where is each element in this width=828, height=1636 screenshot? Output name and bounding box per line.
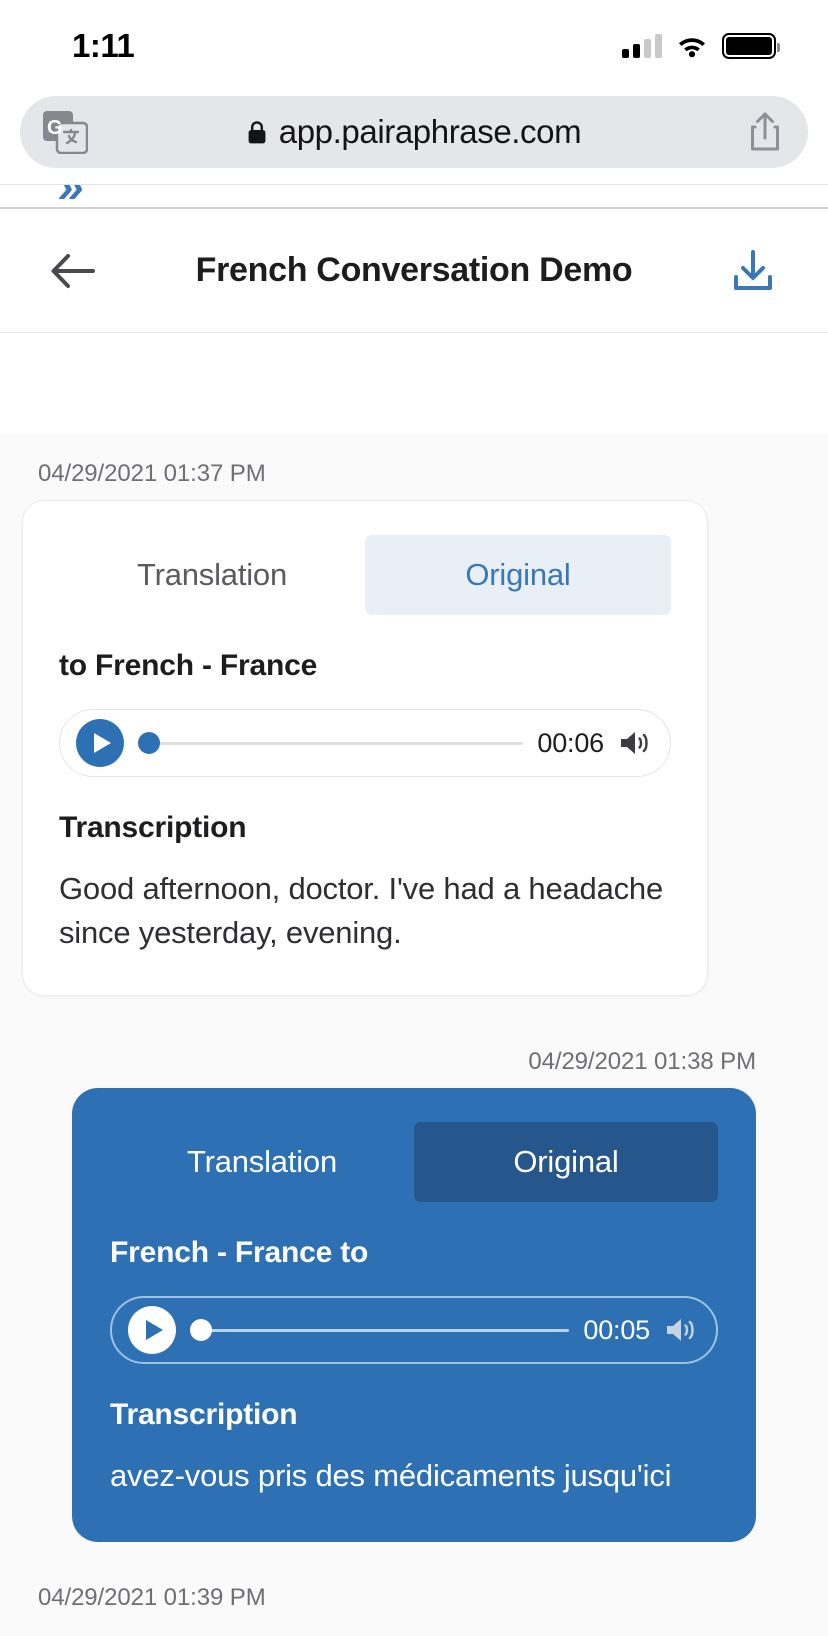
audio-progress-slider[interactable]	[190, 1306, 570, 1354]
play-button[interactable]	[76, 719, 124, 767]
page-top-sliver: »	[0, 184, 828, 207]
battery-full-icon	[722, 33, 780, 59]
conversation-list[interactable]: 04/29/2021 01:37 PM Translation Original…	[0, 434, 828, 1636]
header-spacer	[0, 334, 828, 434]
download-icon	[734, 249, 772, 290]
volume-icon[interactable]	[664, 1315, 698, 1345]
phone-screen: 1:11 G app.pairaphrase.com French Conver…	[0, 0, 828, 1636]
audio-duration: 00:05	[583, 1314, 650, 1345]
tab-bar: Translation Original	[110, 1122, 718, 1203]
tab-original[interactable]: Original	[414, 1122, 718, 1203]
share-icon[interactable]	[748, 111, 782, 153]
lock-icon	[248, 120, 266, 143]
app-header: French Conversation Demo	[0, 209, 828, 333]
browser-toolbar: G app.pairaphrase.com	[0, 96, 828, 184]
message-item: 04/29/2021 01:38 PM Translation Original…	[0, 1022, 828, 1543]
progress-knob[interactable]	[190, 1319, 212, 1342]
play-icon	[146, 1320, 163, 1341]
progress-knob[interactable]	[138, 732, 160, 754]
url-display[interactable]: app.pairaphrase.com	[247, 113, 582, 151]
tab-bar: Translation Original	[59, 535, 671, 615]
message-timestamp: 04/29/2021 01:38 PM	[528, 1048, 756, 1076]
tab-original[interactable]: Original	[365, 535, 671, 615]
language-pair-label: to French - France	[59, 649, 318, 682]
cellular-signal-icon	[622, 34, 662, 58]
page-title: French Conversation Demo	[195, 251, 633, 289]
address-bar[interactable]: G app.pairaphrase.com	[20, 96, 808, 168]
message-card-translation[interactable]: Translation Original to French - France …	[22, 500, 708, 997]
url-text: app.pairaphrase.com	[278, 113, 582, 150]
audio-progress-slider[interactable]	[138, 719, 524, 767]
status-bar-indicators	[622, 33, 780, 59]
wifi-icon	[679, 38, 705, 58]
transcription-text: Good afternoon, doctor. I've had a heada…	[59, 871, 663, 951]
audio-player[interactable]: 00:05	[110, 1296, 718, 1365]
tab-translation[interactable]: Translation	[59, 535, 365, 615]
audio-duration: 00:06	[537, 727, 604, 758]
play-button[interactable]	[128, 1306, 176, 1355]
transcription-label: Transcription	[110, 1398, 298, 1432]
transcription-label: Transcription	[59, 811, 247, 844]
progress-track	[152, 741, 524, 745]
download-button[interactable]	[718, 236, 788, 306]
trailing-timestamp: 04/29/2021 01:39 PM	[38, 1584, 266, 1612]
play-icon	[94, 733, 111, 753]
site-logo: »	[58, 185, 84, 207]
status-bar: 1:11	[0, 0, 828, 92]
message-item: 04/29/2021 01:37 PM Translation Original…	[0, 434, 828, 997]
language-pair-label: French - France to	[110, 1236, 369, 1270]
progress-track	[204, 1328, 570, 1332]
tab-translation[interactable]: Translation	[110, 1122, 414, 1202]
google-translate-icon[interactable]: G	[42, 110, 88, 154]
back-arrow-icon	[51, 253, 95, 288]
volume-icon[interactable]	[618, 728, 652, 758]
audio-player[interactable]: 00:06	[59, 709, 671, 777]
svg-text:G: G	[47, 117, 63, 139]
back-button[interactable]	[36, 234, 110, 308]
transcription-text: avez-vous pris des médicaments jusqu'ici	[110, 1458, 672, 1494]
status-bar-time: 1:11	[72, 27, 135, 64]
message-timestamp: 04/29/2021 01:37 PM	[38, 460, 266, 487]
message-card-translation[interactable]: Translation Original French - France to …	[72, 1088, 756, 1543]
